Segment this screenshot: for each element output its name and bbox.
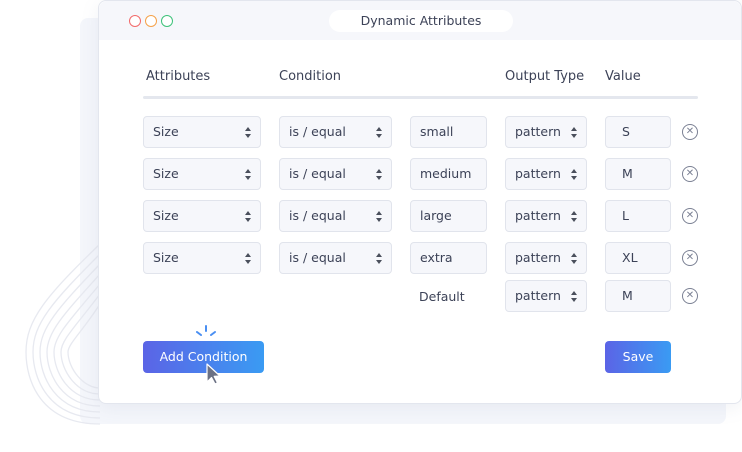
attribute-select-1[interactable]: Size	[143, 116, 261, 148]
window-title: Dynamic Attributes	[329, 10, 513, 32]
value-input-4[interactable]: XL	[605, 242, 671, 274]
match-input-1[interactable]: small	[410, 116, 487, 148]
header-value: Value	[605, 69, 641, 84]
condition-select-2[interactable]: is / equal	[279, 158, 392, 190]
condition-select-3[interactable]: is / equal	[279, 200, 392, 232]
minimize-window-dot[interactable]	[145, 15, 157, 27]
default-output-select[interactable]: pattern	[505, 280, 587, 312]
save-button[interactable]: Save	[605, 341, 671, 373]
default-label: Default	[419, 289, 465, 304]
attribute-select-3[interactable]: Size	[143, 200, 261, 232]
title-bar: Dynamic Attributes	[99, 1, 741, 40]
header-output-type: Output Type	[505, 69, 585, 84]
remove-circle-icon[interactable]: ✕	[682, 250, 698, 266]
condition-select-4[interactable]: is / equal	[279, 242, 392, 274]
match-input-2[interactable]: medium	[410, 158, 487, 190]
close-window-dot[interactable]	[129, 15, 141, 27]
click-burst-icon	[196, 325, 216, 336]
output-select-3[interactable]: pattern	[505, 200, 587, 232]
value-input-2[interactable]: M	[605, 158, 671, 190]
header-attributes: Attributes	[146, 69, 211, 84]
mouse-pointer-icon	[196, 325, 221, 385]
remove-circle-icon[interactable]: ✕	[682, 288, 698, 304]
remove-circle-icon[interactable]: ✕	[682, 124, 698, 140]
remove-circle-icon[interactable]: ✕	[682, 208, 698, 224]
condition-select-1[interactable]: is / equal	[279, 116, 392, 148]
header-condition: Condition	[279, 69, 342, 84]
header-divider	[143, 96, 698, 99]
match-input-4[interactable]: extra	[410, 242, 487, 274]
output-select-2[interactable]: pattern	[505, 158, 587, 190]
dynamic-attributes-window: Dynamic Attributes Attributes Condition …	[98, 0, 742, 404]
maximize-window-dot[interactable]	[161, 15, 173, 27]
output-select-4[interactable]: pattern	[505, 242, 587, 274]
match-input-3[interactable]: large	[410, 200, 487, 232]
attribute-select-2[interactable]: Size	[143, 158, 261, 190]
default-value-input[interactable]: M	[605, 280, 671, 312]
attribute-select-4[interactable]: Size	[143, 242, 261, 274]
value-input-1[interactable]: S	[605, 116, 671, 148]
output-select-1[interactable]: pattern	[505, 116, 587, 148]
remove-circle-icon[interactable]: ✕	[682, 166, 698, 182]
value-input-3[interactable]: L	[605, 200, 671, 232]
